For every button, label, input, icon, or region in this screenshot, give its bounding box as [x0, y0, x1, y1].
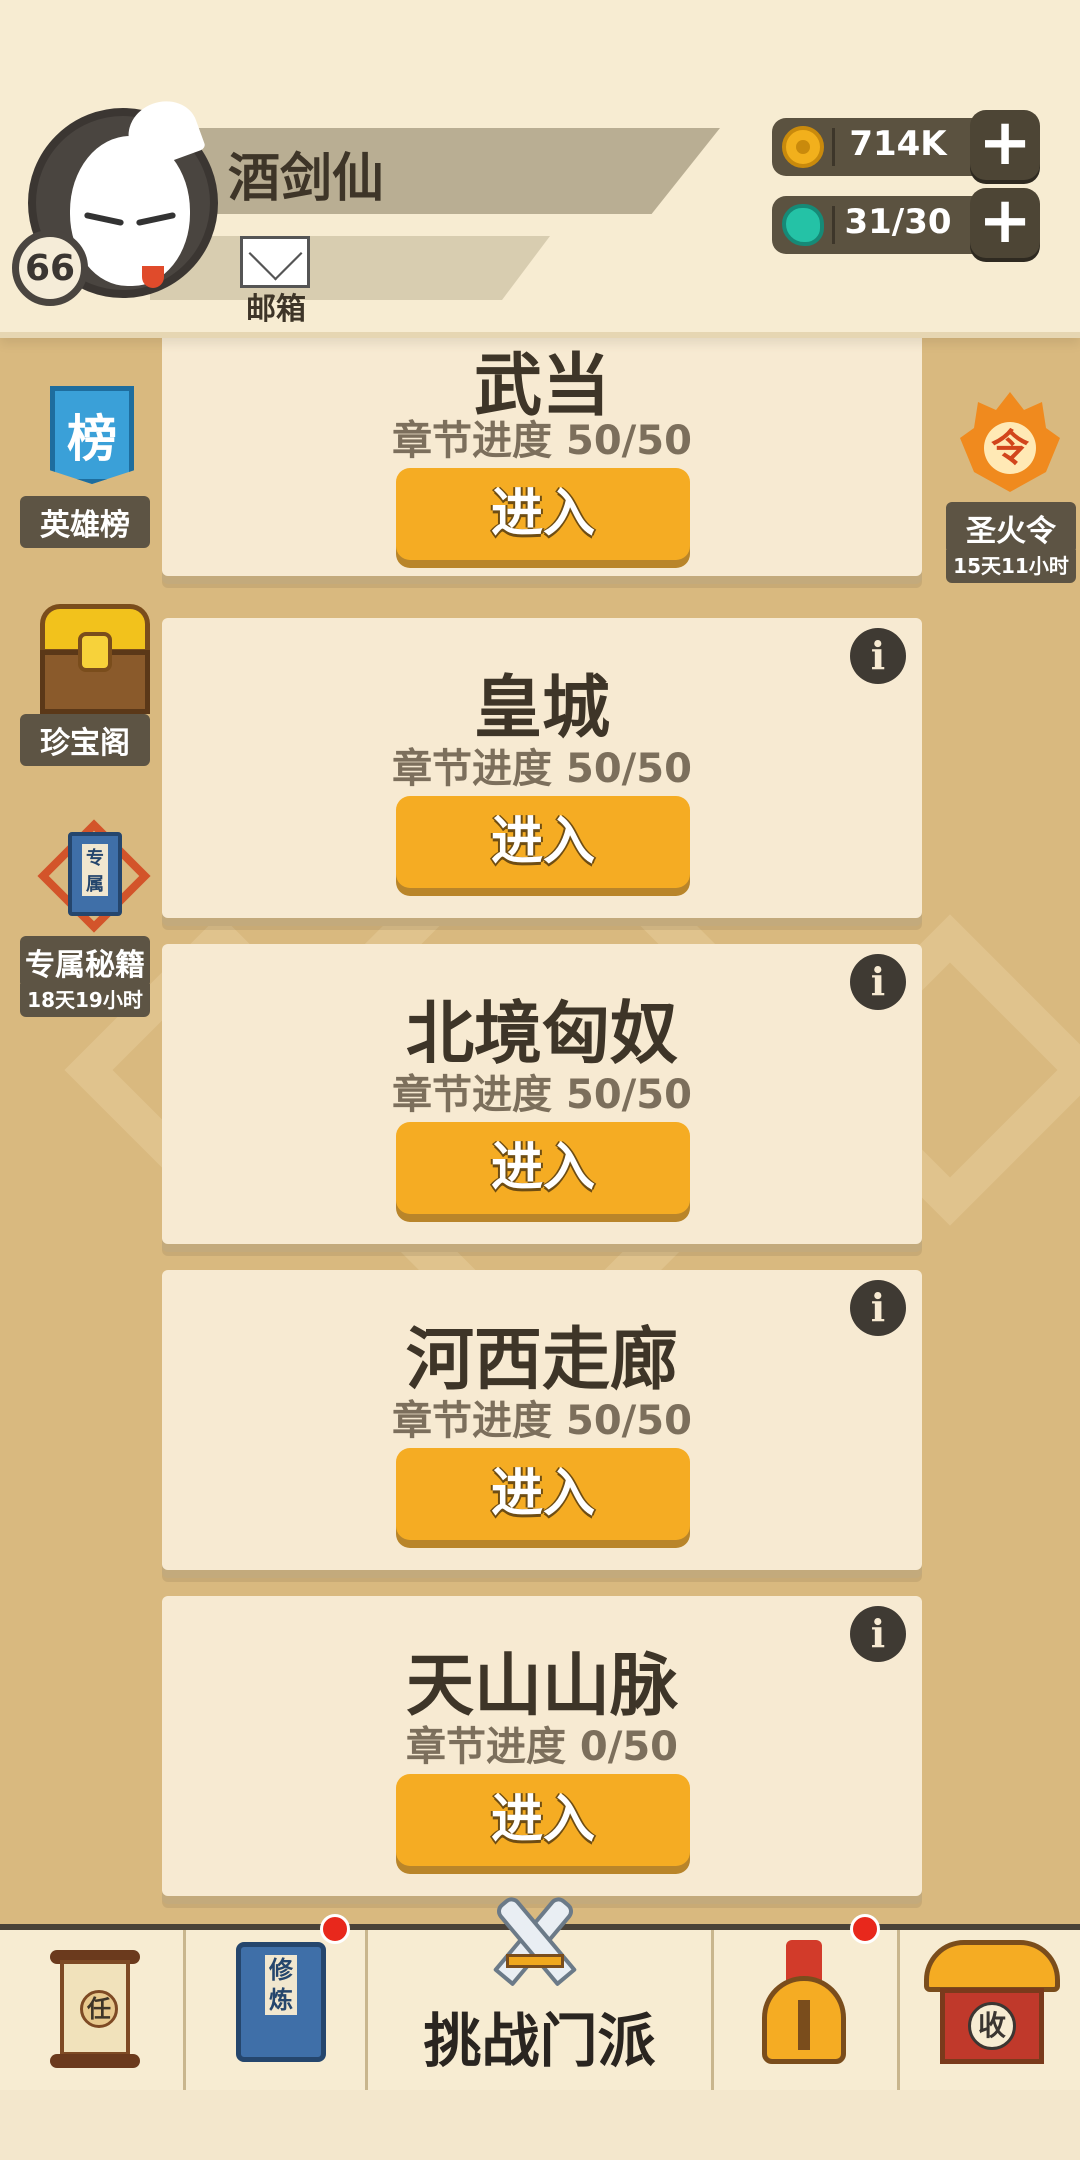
manual-book-icon: 专属: [37, 819, 151, 936]
scroll-rod: [50, 2054, 140, 2068]
player-name: 酒剑仙: [228, 149, 385, 209]
treasure-pavilion-button[interactable]: 珍宝阁: [20, 604, 150, 766]
chapter-card: i 北境匈奴 章节进度 50/50 进入: [162, 944, 922, 1244]
helmet-icon: [754, 1940, 854, 2068]
nav-training[interactable]: 修炼: [186, 1914, 368, 2090]
nav-bar: 任 修炼 挑战门派 收: [0, 1893, 1080, 2090]
enter-button[interactable]: 进入: [396, 1122, 690, 1214]
fire-icon-wrap: 令: [946, 392, 1076, 502]
challenge-sect-label: 挑战门派: [423, 2007, 656, 2075]
treasure-chest-icon: [40, 604, 150, 714]
helmet-plume: [786, 1940, 822, 1980]
shop-sign-glyph: 收: [968, 2002, 1016, 2050]
chapter-progress: 章节进度 50/50: [392, 418, 692, 464]
chapter-progress: 章节进度 50/50: [392, 746, 692, 792]
chapter-progress: 章节进度 50/50: [392, 1072, 692, 1118]
gem-amount: 31/30: [844, 202, 952, 242]
shop-roof: [924, 1940, 1060, 1992]
hero-ranking-label: 英雄榜: [20, 496, 150, 548]
mail-ribbon: [150, 236, 550, 300]
task-scroll-icon: 任: [50, 1950, 140, 2068]
enter-button[interactable]: 进入: [396, 468, 690, 560]
envelope-icon: [240, 236, 310, 288]
enter-button[interactable]: 进入: [396, 1774, 690, 1866]
gem-icon: [782, 204, 824, 246]
training-book-title: 修炼: [265, 1955, 297, 2015]
currency-divider: [832, 128, 835, 166]
top-header: 66 酒剑仙 邮箱 714K + 31/30 +: [0, 0, 1080, 338]
enter-button[interactable]: 进入: [396, 1448, 690, 1540]
holy-fire-token-label: 圣火令: [946, 502, 1076, 554]
chapter-card: i 天山山脉 章节进度 0/50 进入: [162, 1596, 922, 1896]
exclusive-manual-button[interactable]: 专属 专属秘籍 18天19小时: [20, 819, 151, 1017]
add-gem-button[interactable]: +: [970, 188, 1040, 258]
ranking-icon-wrap: 榜: [20, 386, 150, 496]
sword-hilt: [506, 1954, 564, 1968]
shop-building-icon: 收: [924, 1940, 1060, 2068]
helmet-slit: [798, 2000, 810, 2050]
nav-challenge-sect[interactable]: 挑战门派: [368, 1893, 714, 2090]
holy-fire-token-button[interactable]: 令 圣火令 15天11小时: [946, 392, 1076, 583]
add-gold-button[interactable]: +: [970, 110, 1040, 180]
currency-divider: [832, 206, 835, 244]
mailbox-button[interactable]: 邮箱: [236, 236, 312, 327]
gold-amount: 714K: [849, 124, 947, 164]
treasure-icon-wrap: [20, 604, 150, 714]
avatar-eye: [83, 211, 125, 227]
nav-shop[interactable]: 收: [900, 1930, 1080, 2090]
mailbox-label: 邮箱: [246, 292, 306, 327]
star-lock-icon: [78, 632, 112, 672]
hero-ranking-button[interactable]: 榜 英雄榜: [20, 386, 150, 548]
enter-button[interactable]: 进入: [396, 796, 690, 888]
training-book-icon: 修炼: [236, 1942, 326, 2062]
manual-book-cover: 专属: [68, 832, 122, 916]
scroll-paper: 任: [60, 1960, 130, 2056]
avatar-eye: [135, 211, 177, 227]
bottom-navigation: 任 修炼 挑战门派 收: [0, 1893, 1080, 2160]
chapter-card: i 皇城 章节进度 50/50 进入: [162, 618, 922, 918]
nav-footer: [0, 2090, 1080, 2160]
crossed-swords-icon: [472, 1890, 596, 1990]
exclusive-manual-label: 专属秘籍: [20, 936, 150, 988]
notification-dot: [850, 1914, 880, 1944]
holy-fire-token-timer: 15天11小时: [946, 550, 1076, 583]
avatar-tuft: [119, 91, 207, 173]
gold-currency: 714K +: [772, 110, 1040, 180]
manual-book-title: 专属: [82, 844, 108, 896]
treasure-pavilion-label: 珍宝阁: [20, 714, 150, 766]
fire-token-glyph: 令: [984, 422, 1036, 474]
ranking-banner-icon: 榜: [50, 386, 134, 484]
exclusive-manual-timer: 18天19小时: [20, 984, 150, 1017]
nav-tasks[interactable]: 任: [0, 1930, 186, 2090]
player-level-badge: 66: [12, 230, 88, 306]
nav-equipment[interactable]: [714, 1914, 900, 2090]
holy-fire-icon: 令: [960, 392, 1060, 500]
chapter-progress: 章节进度 0/50: [405, 1724, 679, 1770]
coin-icon: [782, 126, 824, 168]
chapter-card: i 河西走廊 章节进度 50/50 进入: [162, 1270, 922, 1570]
gem-currency: 31/30 +: [772, 188, 1040, 258]
notification-dot: [320, 1914, 350, 1944]
manual-icon-wrap: 专属: [20, 819, 151, 936]
avatar-face: [70, 91, 207, 288]
task-glyph: 任: [80, 1990, 118, 2028]
chapter-progress: 章节进度 50/50: [392, 1398, 692, 1444]
avatar-tongue: [142, 266, 164, 288]
